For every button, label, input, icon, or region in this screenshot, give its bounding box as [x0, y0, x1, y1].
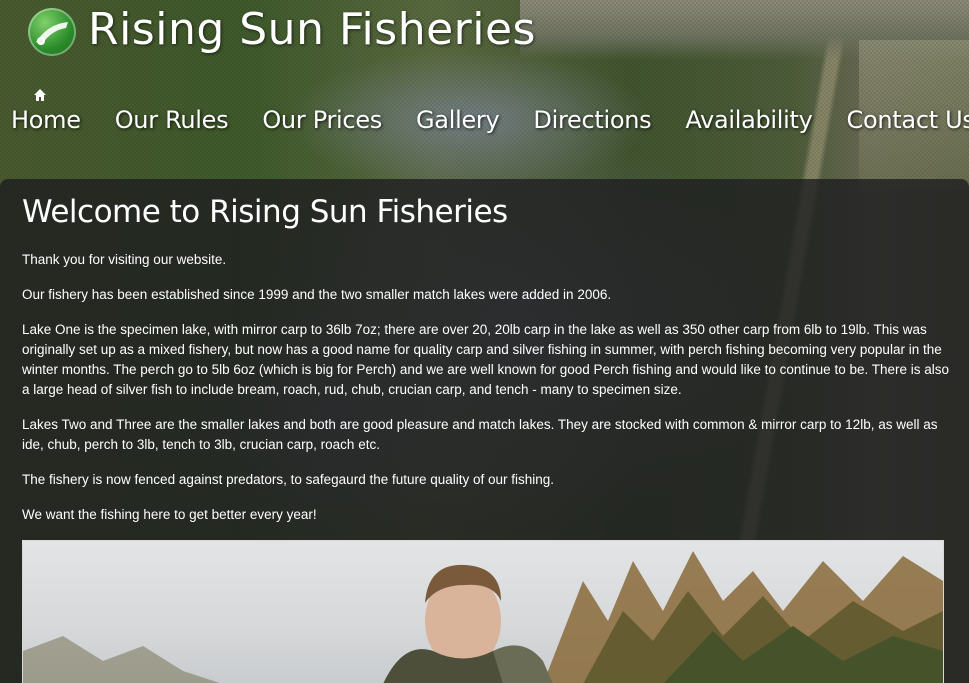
- angler-photo: [22, 540, 944, 683]
- history-paragraph: Our fishery has been established since 1…: [22, 287, 612, 302]
- nav-directions[interactable]: Directions: [533, 86, 651, 134]
- lakes-two-three-paragraph: Lakes Two and Three are the smaller lake…: [22, 417, 938, 452]
- site-title[interactable]: Rising Sun Fisheries: [88, 4, 536, 55]
- intro-paragraph: Thank you for visiting our website.: [22, 252, 227, 267]
- content-panel: Welcome to Rising Sun Fisheries Thank yo…: [0, 179, 969, 683]
- nav-gallery-label: Gallery: [416, 106, 500, 134]
- nav-our-rules[interactable]: Our Rules: [115, 86, 229, 134]
- main-nav: Home Our Rules Our Prices Gallery Direct…: [0, 86, 969, 134]
- nav-availability-label: Availability: [685, 106, 813, 134]
- predators-paragraph: The fishery is now fenced against predat…: [22, 472, 555, 487]
- nav-contact-us[interactable]: Contact Us: [847, 86, 969, 134]
- site-logo-icon[interactable]: [28, 8, 76, 56]
- nav-our-prices-label: Our Prices: [262, 106, 382, 134]
- site-header: Rising Sun Fisheries Home Our Rules Our …: [0, 0, 969, 180]
- nav-our-rules-label: Our Rules: [114, 106, 229, 134]
- lake-one-paragraph: Lake One is the specimen lake, with mirr…: [22, 322, 950, 397]
- nav-home[interactable]: Home: [11, 86, 81, 134]
- closing-paragraph: We want the fishing here to get better e…: [22, 507, 317, 522]
- nav-contact-us-label: Contact Us: [846, 106, 969, 134]
- nav-our-prices[interactable]: Our Prices: [262, 86, 382, 134]
- nav-availability[interactable]: Availability: [685, 86, 813, 134]
- nav-home-label: Home: [11, 106, 81, 134]
- page-title: Welcome to Rising Sun Fisheries: [22, 194, 508, 230]
- home-icon: [34, 89, 46, 101]
- nav-gallery[interactable]: Gallery: [416, 86, 500, 134]
- nav-directions-label: Directions: [533, 106, 652, 134]
